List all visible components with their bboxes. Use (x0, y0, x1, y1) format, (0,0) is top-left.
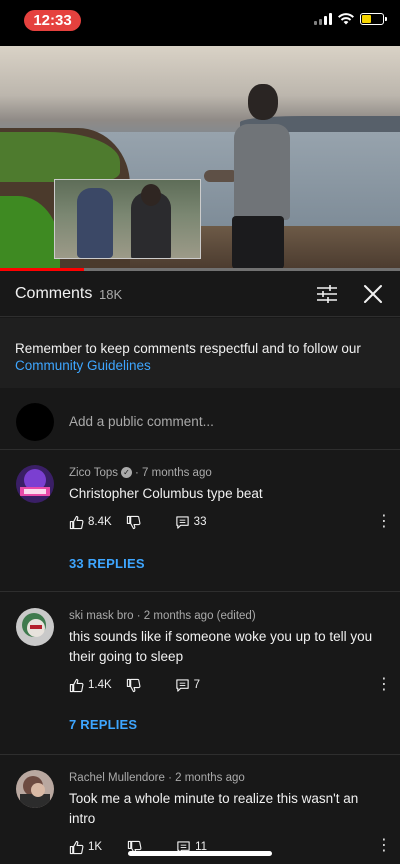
avatar[interactable] (16, 608, 54, 646)
community-notice: Remember to keep comments respectful and… (0, 318, 400, 388)
reply-icon[interactable] (175, 678, 190, 693)
meta-separator: · (135, 467, 143, 479)
video-player[interactable] (0, 46, 400, 271)
reply-count: 33 (193, 516, 207, 528)
comment-actions: 1.4K 7 (69, 676, 200, 694)
more-icon[interactable]: ⋮ (376, 513, 392, 531)
meta-separator: · (133, 610, 144, 622)
add-comment-row[interactable]: Add a public comment... (0, 396, 400, 450)
filter-icon[interactable] (316, 284, 338, 304)
comments-title: Comments (15, 285, 93, 302)
thumb-down-icon[interactable] (126, 678, 141, 693)
video-inset-picture (54, 179, 201, 259)
comment-age: 2 months ago (175, 772, 245, 784)
comment-actions: 8.4K 33 (69, 513, 206, 531)
avatar (16, 403, 54, 441)
avatar[interactable] (16, 770, 54, 808)
comment-meta: Zico Tops ✓ · 7 months ago (69, 467, 212, 479)
comment-text: Took me a whole minute to realize this w… (69, 791, 359, 826)
comment-author[interactable]: Zico Tops (69, 467, 118, 479)
view-replies-button[interactable]: 33 REPLIES (69, 556, 145, 571)
status-bar: 12:33 (0, 0, 400, 46)
video-scene-person (204, 84, 292, 269)
reply-count: 7 (193, 679, 201, 691)
divider (0, 591, 400, 592)
view-replies-button[interactable]: 7 REPLIES (69, 717, 137, 732)
thumb-up-icon[interactable] (69, 678, 84, 693)
status-time: 12:33 (24, 10, 81, 31)
thumb-up-icon[interactable] (69, 840, 84, 855)
like-count: 1K (88, 841, 103, 853)
battery-icon (360, 13, 387, 25)
home-indicator[interactable] (128, 851, 272, 856)
comments-count: 18K (99, 287, 123, 302)
comment-author[interactable]: ski mask bro (69, 610, 134, 622)
community-guidelines-link[interactable]: Community Guidelines (15, 358, 151, 373)
like-count: 1.4K (88, 679, 112, 691)
comment-age: 2 months ago (edited) (143, 610, 256, 622)
thumb-down-icon[interactable] (126, 515, 141, 530)
comment-text: this sounds like if someone woke you up … (69, 629, 373, 664)
meta-separator: · (164, 772, 176, 784)
reply-icon[interactable] (175, 515, 190, 530)
thumb-up-icon[interactable] (69, 515, 84, 530)
comments-header: Comments 18K (0, 271, 400, 317)
status-icons (314, 13, 387, 25)
comment-text: Christopher Columbus type beat (69, 486, 263, 501)
comment-meta: ski mask bro · 2 months ago (edited) (69, 610, 256, 622)
comment-author[interactable]: Rachel Mullendore (69, 772, 165, 784)
more-icon[interactable]: ⋮ (376, 837, 392, 855)
notice-message: Remember to keep comments respectful and… (15, 341, 361, 356)
verified-icon: ✓ (121, 467, 133, 479)
more-icon[interactable]: ⋮ (376, 676, 392, 694)
comment-meta: Rachel Mullendore · 2 months ago (69, 772, 245, 784)
signal-icon (314, 13, 332, 25)
comment-age: 7 months ago (142, 467, 212, 479)
community-notice-text: Remember to keep comments respectful and… (15, 340, 387, 374)
divider (0, 754, 400, 755)
close-icon[interactable] (362, 283, 384, 305)
add-comment-input[interactable]: Add a public comment... (69, 414, 214, 429)
avatar[interactable] (16, 465, 54, 503)
wifi-icon (338, 13, 354, 25)
like-count: 8.4K (88, 516, 112, 528)
